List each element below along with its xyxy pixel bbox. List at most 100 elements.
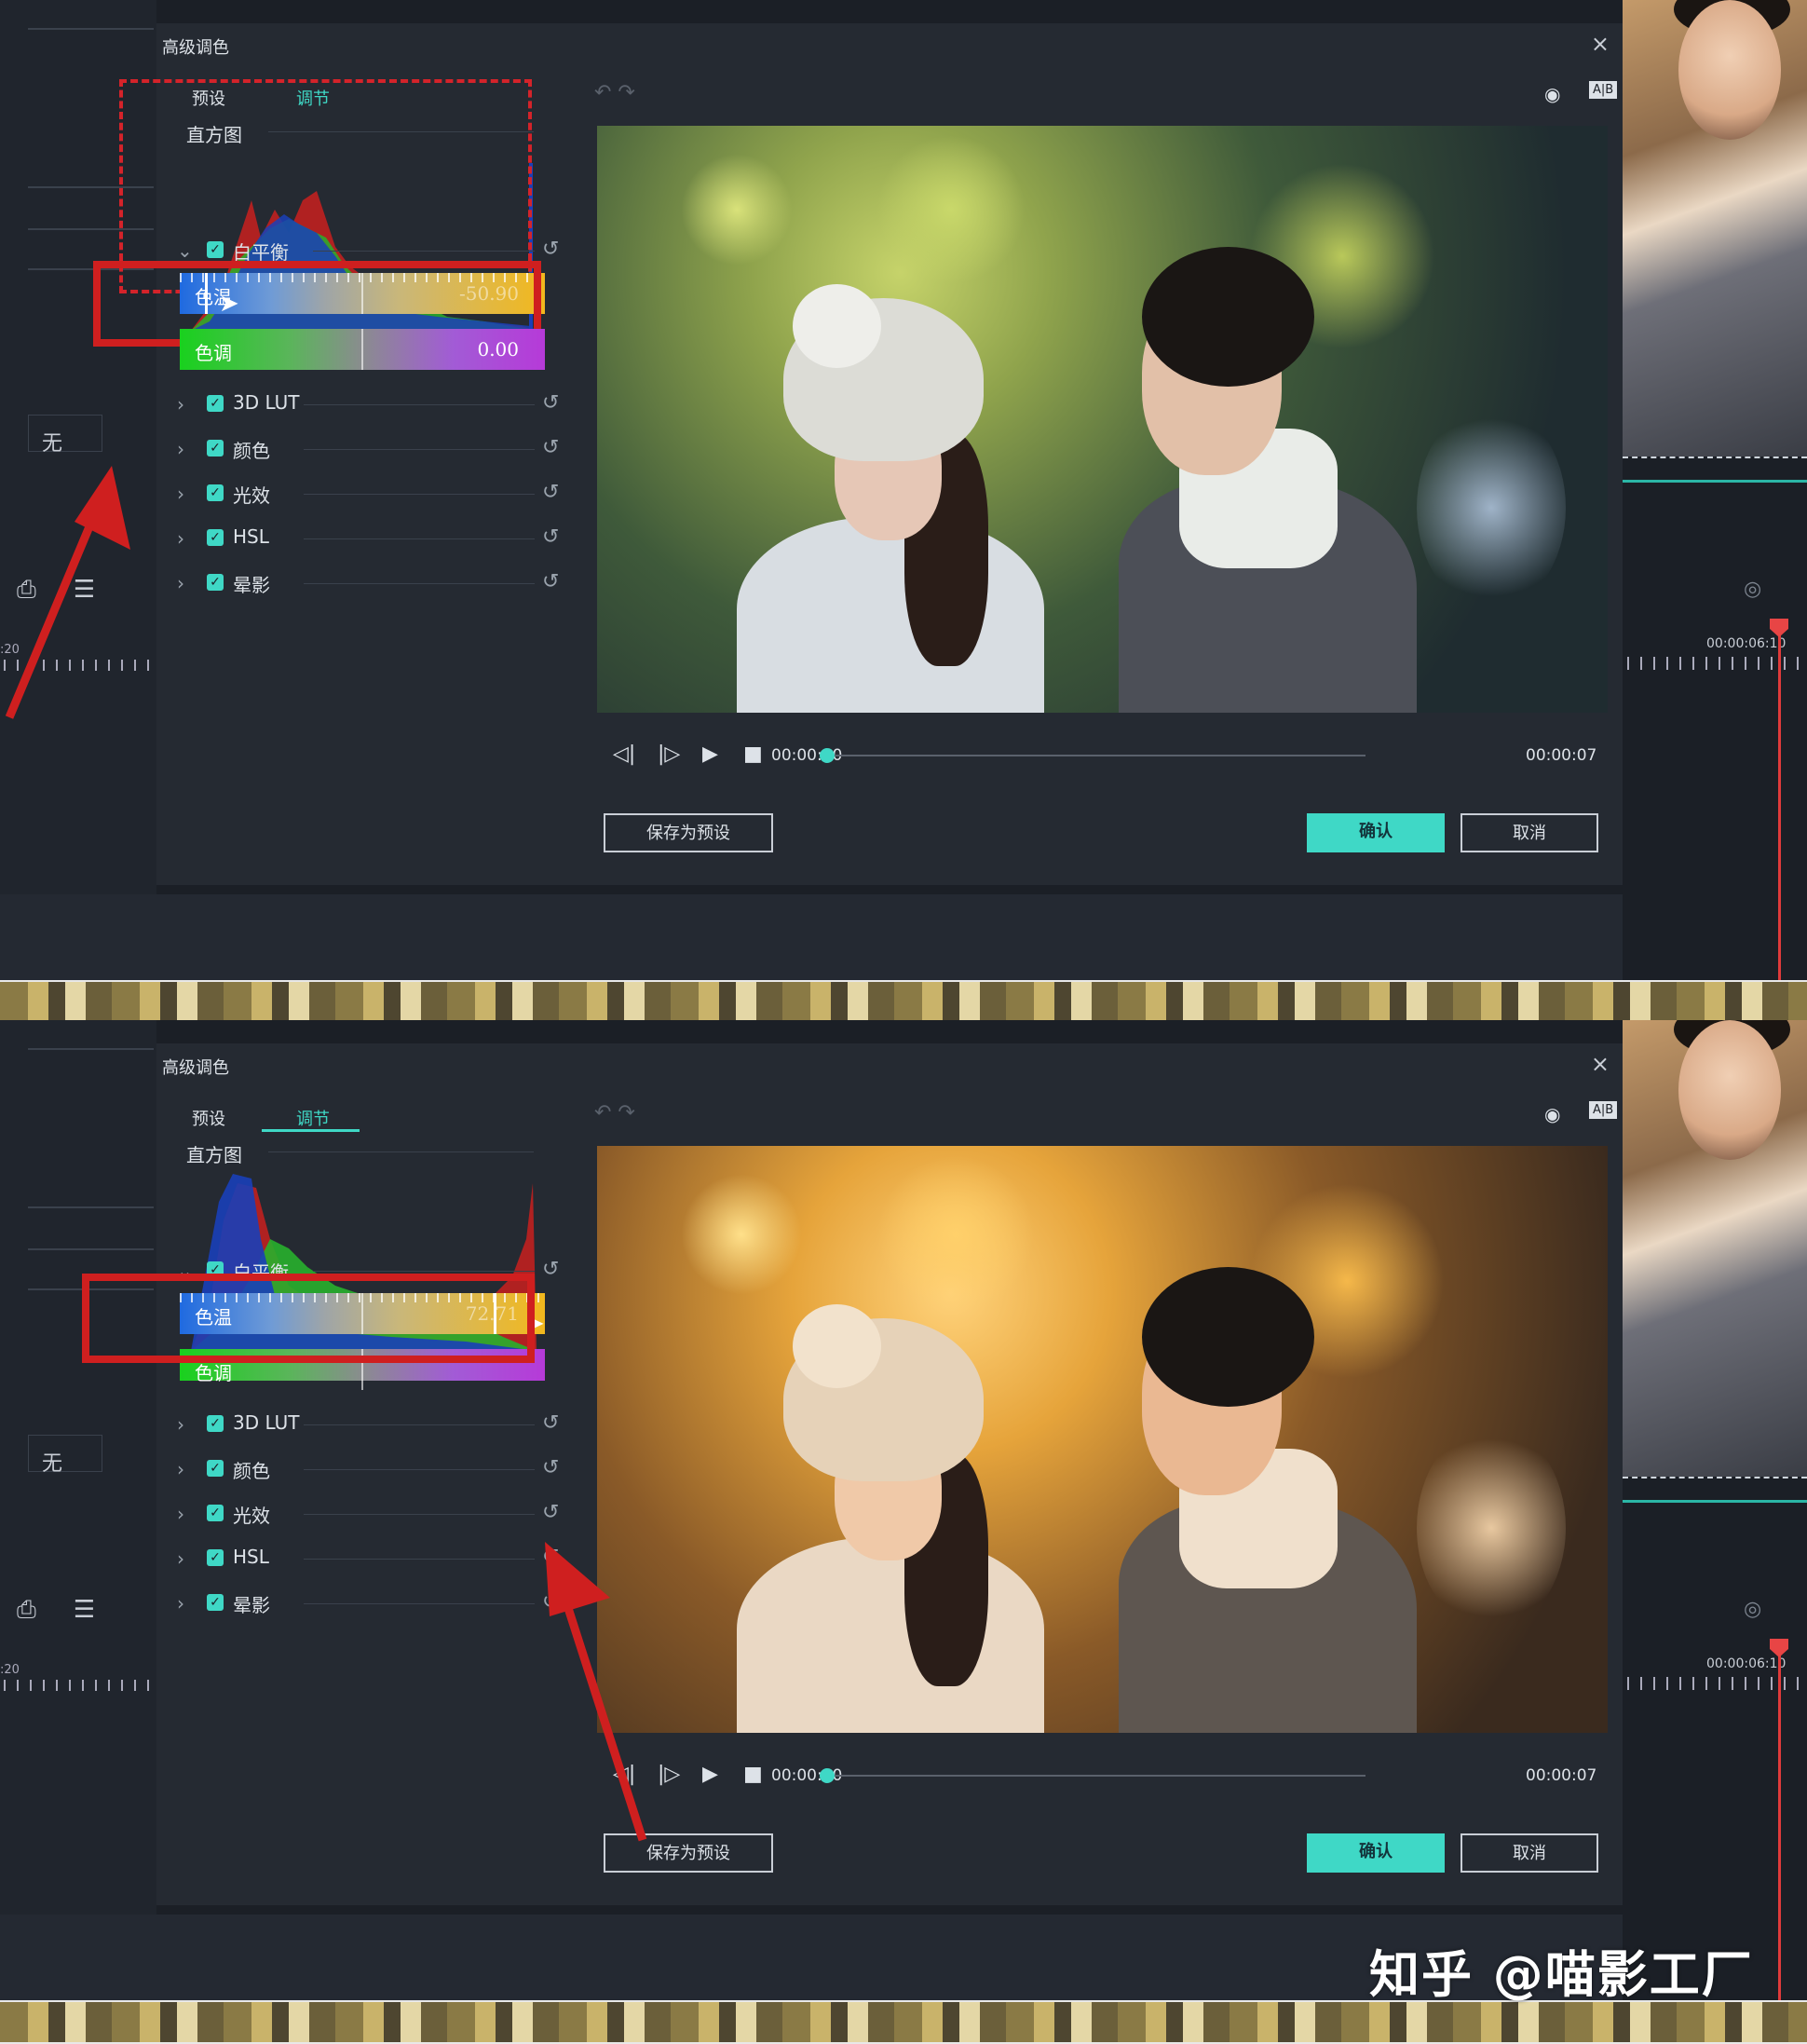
play-icon[interactable]: ▶ — [702, 1763, 718, 1786]
cancel-button[interactable]: 取消 — [1461, 813, 1598, 852]
advanced-color-dialog: 高级调色 × 预设 调节 ↶ ↷ ◉ A|B 直方图 ⌄ ✓ 白平衡 ↺ 色温 … — [82, 1043, 1623, 1905]
tint-slider[interactable]: 色调 0.00 — [180, 329, 545, 370]
end-time: 00:00:07 — [1526, 1766, 1597, 1785]
ruler-time: :20 — [0, 1663, 20, 1677]
checkbox[interactable]: ✓ — [207, 1505, 224, 1521]
none-option[interactable]: 无 — [28, 1435, 102, 1476]
filmstrip — [0, 980, 1807, 1024]
checkbox[interactable]: ✓ — [207, 1415, 224, 1432]
divider — [304, 1424, 535, 1425]
chevron-right-icon[interactable]: › — [177, 438, 184, 460]
checkbox[interactable]: ✓ — [207, 574, 224, 591]
cancel-button[interactable]: 取消 — [1461, 1833, 1598, 1873]
preview-thumbnail-area: ◎ 00:00:06:10 — [1623, 0, 1807, 980]
video-thumbnail — [1623, 0, 1807, 456]
none-option[interactable]: 无 — [28, 415, 102, 456]
section-vignette[interactable]: › ✓ 晕影 ↺ — [173, 570, 564, 598]
section-label: HSL — [233, 525, 269, 548]
reset-icon[interactable]: ↺ — [542, 570, 559, 593]
playhead-handle[interactable] — [1770, 619, 1788, 637]
reset-icon[interactable]: ↺ — [542, 481, 559, 504]
section-color[interactable]: › ✓ 颜色 ↺ — [173, 1456, 564, 1484]
close-icon[interactable]: × — [1591, 31, 1610, 57]
editor-panel-before: 无 ⎙ ☰ :20 ◎ 00:00:06:10 高级调色 × 预设 调节 ↶ ↷ … — [0, 0, 1807, 980]
divider — [1623, 456, 1807, 458]
section-label: 光效 — [233, 484, 270, 507]
section-color[interactable]: › ✓ 颜色 ↺ — [173, 436, 564, 464]
ok-button[interactable]: 确认 — [1307, 1833, 1445, 1873]
timeline-bar — [1623, 480, 1807, 483]
divider — [304, 1559, 535, 1560]
checkbox[interactable]: ✓ — [207, 484, 224, 501]
reset-icon[interactable]: ↺ — [542, 1456, 559, 1479]
divider — [1623, 1477, 1807, 1478]
close-icon[interactable]: × — [1591, 1051, 1610, 1077]
prev-frame-icon[interactable]: ◁| — [613, 743, 635, 766]
divider — [268, 1151, 534, 1152]
reset-icon[interactable]: ↺ — [542, 391, 559, 415]
eye-icon[interactable]: ◉ — [1544, 1103, 1560, 1125]
compare-ab-icon[interactable]: A|B — [1589, 81, 1618, 99]
section-label: 3D LUT — [233, 391, 300, 414]
playhead-handle[interactable] — [1770, 1639, 1788, 1657]
divider — [28, 1206, 154, 1208]
chevron-right-icon[interactable]: › — [177, 1592, 184, 1615]
checkbox[interactable]: ✓ — [207, 529, 224, 546]
checkbox[interactable]: ✓ — [207, 1594, 224, 1611]
checkbox[interactable]: ✓ — [207, 241, 224, 258]
active-tab-indicator — [262, 1129, 360, 1132]
section-3d-lut[interactable]: › ✓ 3D LUT ↺ — [173, 1411, 564, 1439]
save-preset-button[interactable]: 保存为预设 — [604, 813, 773, 852]
undo-redo-icons[interactable]: ↶ ↷ — [594, 1101, 635, 1124]
reset-icon[interactable]: ↺ — [542, 238, 559, 261]
video-thumbnail — [1623, 1020, 1807, 1477]
stop-icon[interactable]: ■ — [743, 1763, 763, 1786]
chevron-right-icon[interactable]: › — [177, 1547, 184, 1570]
checkbox[interactable]: ✓ — [207, 395, 224, 412]
playhead[interactable] — [1778, 622, 1781, 980]
checkbox[interactable]: ✓ — [207, 440, 224, 456]
chevron-right-icon[interactable]: › — [177, 393, 184, 416]
chevron-right-icon[interactable]: › — [177, 527, 184, 550]
chevron-down-icon[interactable]: ⌄ — [177, 239, 193, 262]
checkbox[interactable]: ✓ — [207, 1549, 224, 1566]
divider — [304, 1603, 535, 1604]
section-light[interactable]: › ✓ 光效 ↺ — [173, 481, 564, 509]
reset-icon[interactable]: ↺ — [542, 1258, 559, 1281]
seek-handle[interactable] — [820, 1768, 835, 1783]
stop-icon[interactable]: ■ — [743, 743, 763, 766]
video-preview — [597, 1146, 1608, 1733]
tab-presets[interactable]: 预设 — [192, 1106, 225, 1130]
render-icon[interactable]: ⎙ — [17, 1596, 36, 1624]
seek-bar[interactable] — [827, 755, 1365, 756]
play-icon[interactable]: ◎ — [1744, 578, 1761, 601]
section-hsl[interactable]: › ✓ HSL ↺ — [173, 1546, 564, 1574]
section-light[interactable]: › ✓ 光效 ↺ — [173, 1501, 564, 1529]
compare-ab-icon[interactable]: A|B — [1589, 1101, 1618, 1119]
seek-bar[interactable] — [827, 1775, 1365, 1777]
section-hsl[interactable]: › ✓ HSL ↺ — [173, 525, 564, 553]
chevron-right-icon[interactable]: › — [177, 483, 184, 505]
play-icon[interactable]: ◎ — [1744, 1598, 1761, 1621]
reset-icon[interactable]: ↺ — [542, 1411, 559, 1435]
section-vignette[interactable]: › ✓ 晕影 ↺ — [173, 1590, 564, 1618]
chevron-right-icon[interactable]: › — [177, 1503, 184, 1525]
chevron-right-icon[interactable]: › — [177, 1458, 184, 1480]
tab-adjust[interactable]: 调节 — [296, 1106, 330, 1130]
eye-icon[interactable]: ◉ — [1544, 83, 1560, 105]
seek-handle[interactable] — [820, 748, 835, 763]
chevron-right-icon[interactable]: › — [177, 572, 184, 594]
undo-redo-icons[interactable]: ↶ ↷ — [594, 81, 635, 104]
chevron-right-icon[interactable]: › — [177, 1413, 184, 1436]
playhead[interactable] — [1778, 1642, 1781, 2000]
reset-icon[interactable]: ↺ — [542, 525, 559, 549]
ok-button[interactable]: 确认 — [1307, 813, 1445, 852]
checkbox[interactable]: ✓ — [207, 1460, 224, 1477]
play-icon[interactable]: ▶ — [702, 743, 718, 766]
reset-icon[interactable]: ↺ — [542, 436, 559, 459]
step-play-icon[interactable]: |▷ — [658, 743, 680, 766]
adjust-icon[interactable]: ☰ — [74, 1596, 95, 1624]
playback-controls: ◁| |▷ ▶ ■ 00:00:00 00:00:07 — [613, 1763, 1610, 1791]
section-3d-lut[interactable]: › ✓ 3D LUT ↺ — [173, 391, 564, 419]
divider — [28, 1248, 154, 1250]
